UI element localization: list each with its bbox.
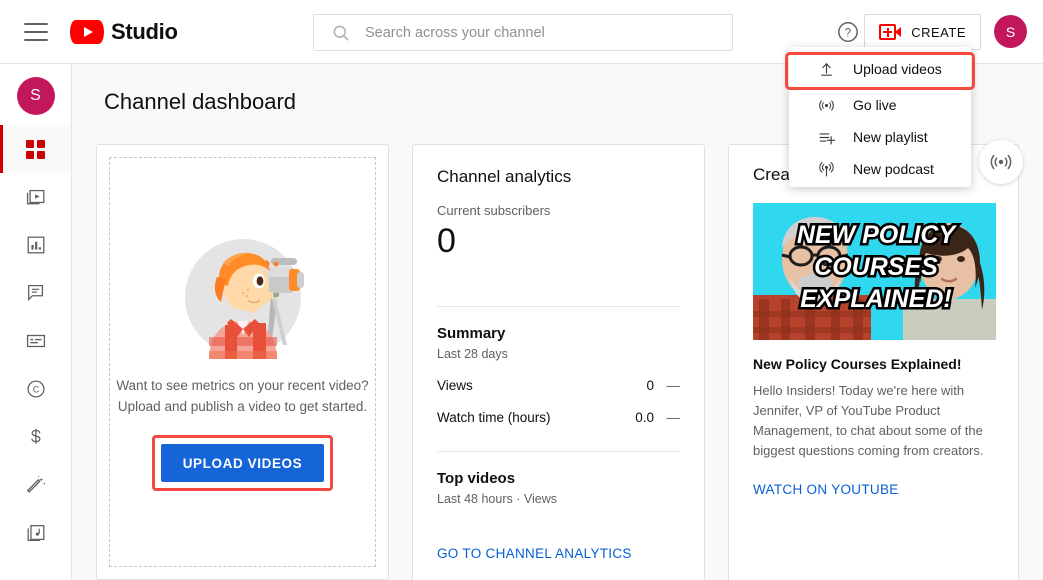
- metric-value: 0: [646, 378, 654, 393]
- menu-item-label: New playlist: [853, 129, 928, 145]
- create-button[interactable]: CREATE: [864, 14, 981, 50]
- sidebar-avatar[interactable]: S: [17, 77, 55, 115]
- analytics-card-title: Channel analytics: [437, 167, 680, 187]
- top-videos-title: Top videos: [437, 470, 680, 487]
- sidebar-item-dashboard[interactable]: [0, 125, 71, 173]
- left-sidebar: S: [0, 64, 72, 580]
- svg-text:NEW POLICY: NEW POLICY: [797, 221, 958, 249]
- magic-wand-icon: [25, 474, 47, 496]
- svg-text:?: ?: [845, 27, 851, 39]
- broadcast-icon: [989, 150, 1013, 174]
- video-thumbnail[interactable]: NEW POLICY COURSES EXPLAINED!: [753, 203, 996, 340]
- top-videos-subtitle: Last 48 hours · Views: [437, 492, 680, 506]
- svg-text:C: C: [32, 385, 39, 395]
- menu-item-label: Upload videos: [853, 61, 942, 77]
- page-title: Channel dashboard: [104, 89, 296, 115]
- sidebar-item-earn[interactable]: [0, 413, 71, 461]
- upload-prompt-line1: Want to see metrics on your recent video…: [116, 375, 368, 396]
- metric-trend: —: [654, 378, 680, 393]
- menu-item-go-live[interactable]: Go live: [789, 89, 971, 121]
- menu-item-label: Go live: [853, 97, 897, 113]
- bar-chart-icon: [25, 234, 47, 256]
- table-row: Views 0 —: [437, 378, 680, 393]
- upload-prompt-card: Want to see metrics on your recent video…: [96, 144, 389, 580]
- summary-period: Last 28 days: [437, 347, 680, 361]
- dollar-sign-icon: [25, 426, 47, 448]
- menu-item-new-podcast[interactable]: New podcast: [789, 153, 971, 185]
- upload-videos-button[interactable]: UPLOAD VIDEOS: [161, 444, 325, 482]
- news-title: New Policy Courses Explained!: [753, 356, 994, 372]
- upload-dropzone[interactable]: Want to see metrics on your recent video…: [109, 157, 376, 567]
- divider: [437, 451, 680, 452]
- video-content-icon: [25, 186, 47, 208]
- upload-prompt-line2: Upload and publish a video to get starte…: [116, 396, 368, 417]
- avatar[interactable]: S: [994, 15, 1027, 48]
- youtube-logo-icon: [70, 20, 104, 44]
- menu-item-new-playlist[interactable]: New playlist: [789, 121, 971, 153]
- sidebar-nav-list: C: [0, 125, 71, 557]
- video-camera-plus-icon: [879, 24, 901, 40]
- sidebar-item-customization[interactable]: [0, 461, 71, 509]
- search-bar[interactable]: [313, 14, 733, 51]
- sidebar-item-audio-library[interactable]: [0, 509, 71, 557]
- subscribers-value: 0: [437, 220, 680, 262]
- podcast-icon: [815, 161, 837, 178]
- upload-arrow-icon: [815, 61, 837, 78]
- go-live-fab-button[interactable]: [979, 140, 1023, 184]
- sidebar-item-analytics[interactable]: [0, 221, 71, 269]
- creator-insider-card: Creator Insider: [728, 144, 1019, 580]
- subscribers-label: Current subscribers: [437, 203, 680, 218]
- metric-value: 0.0: [635, 410, 654, 425]
- menu-item-label: New podcast: [853, 161, 934, 177]
- studio-logo[interactable]: Studio: [70, 19, 178, 45]
- create-dropdown-menu: Upload videos Go live: [789, 47, 971, 187]
- hamburger-menu-icon[interactable]: [24, 23, 48, 41]
- news-body: Hello Insiders! Today we're here with Je…: [753, 381, 994, 461]
- broadcast-icon: [815, 97, 837, 114]
- divider: [437, 306, 680, 307]
- metric-name: Views: [437, 378, 646, 393]
- sidebar-item-content[interactable]: [0, 173, 71, 221]
- sidebar-item-comments[interactable]: [0, 269, 71, 317]
- svg-text:EXPLAINED!: EXPLAINED!: [800, 285, 951, 313]
- create-button-label: CREATE: [911, 25, 966, 40]
- menu-item-upload-videos[interactable]: Upload videos: [789, 53, 971, 85]
- channel-analytics-card: Channel analytics Current subscribers 0 …: [412, 144, 705, 580]
- music-note-icon: [25, 522, 47, 544]
- table-row: Watch time (hours) 0.0 —: [437, 410, 680, 425]
- playlist-add-icon: [815, 129, 837, 146]
- youtube-studio-app: Studio ? CREATE S S: [0, 0, 1043, 580]
- go-to-channel-analytics-link[interactable]: GO TO CHANNEL ANALYTICS: [437, 546, 680, 561]
- upload-button-highlight: UPLOAD VIDEOS: [152, 435, 334, 491]
- metric-trend: —: [654, 410, 680, 425]
- search-input[interactable]: [365, 25, 732, 41]
- watch-on-youtube-link[interactable]: WATCH ON YOUTUBE: [753, 482, 994, 497]
- help-circle-icon[interactable]: ?: [836, 20, 860, 44]
- sidebar-item-copyright[interactable]: C: [0, 365, 71, 413]
- copyright-icon: C: [25, 378, 47, 400]
- subtitles-icon: [25, 330, 47, 352]
- metric-name: Watch time (hours): [437, 410, 635, 425]
- dashboard-grid-icon: [26, 140, 45, 159]
- brand-name: Studio: [111, 19, 178, 45]
- sidebar-item-subtitles[interactable]: [0, 317, 71, 365]
- menu-item-upload-videos-wrapper: Upload videos: [789, 53, 971, 85]
- svg-text:COURSES: COURSES: [814, 253, 938, 281]
- upload-prompt-text: Want to see metrics on your recent video…: [116, 375, 368, 417]
- summary-title: Summary: [437, 325, 680, 342]
- videographer-illustration: [179, 233, 307, 361]
- search-icon: [331, 23, 351, 43]
- comment-bubble-icon: [25, 282, 47, 304]
